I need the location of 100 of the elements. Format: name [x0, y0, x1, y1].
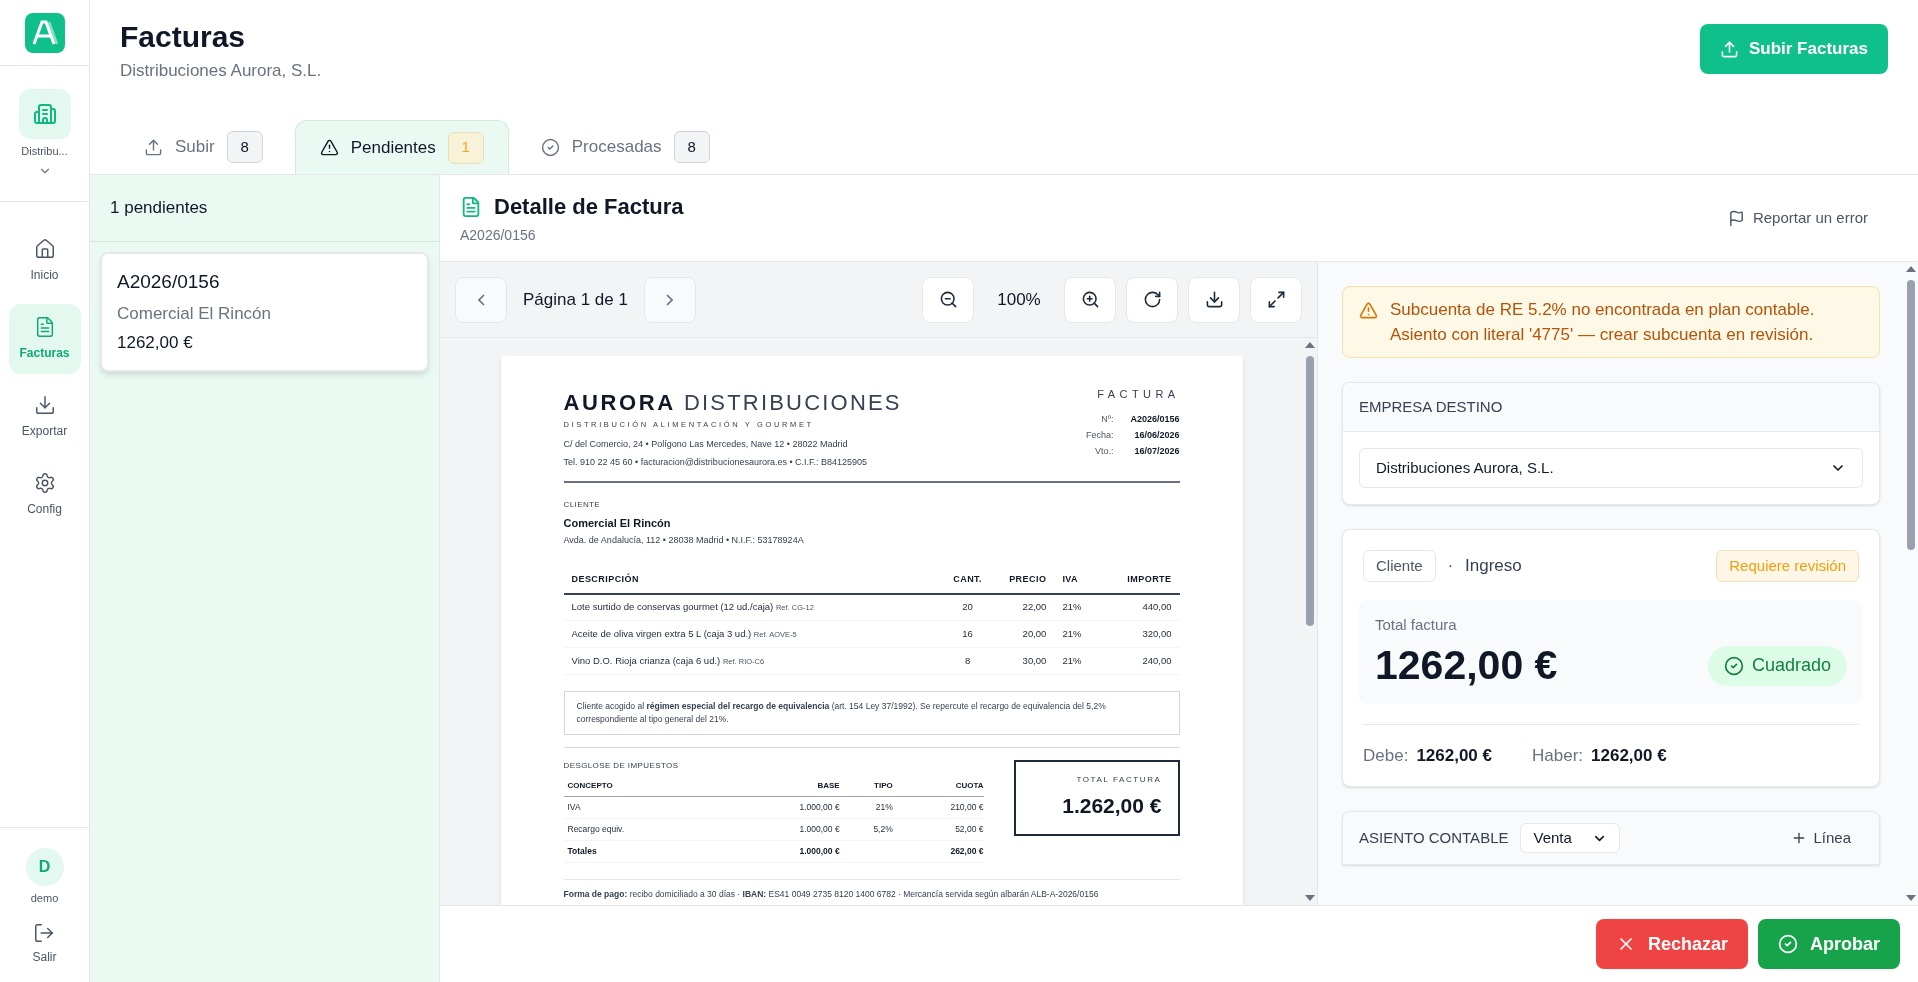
nav-item[interactable]: Config — [8, 460, 81, 530]
rotate-button[interactable] — [1126, 276, 1178, 323]
column-header: IVA — [1046, 567, 1100, 594]
debit-amount: 1262,00 € — [1416, 744, 1492, 767]
document-type: FACTURA — [1097, 387, 1180, 402]
chevron-left-icon — [477, 293, 485, 306]
table-cell: 262,00 € — [892, 840, 984, 863]
section-label: ASIENTO CONTABLE — [1359, 827, 1509, 848]
column-header: CUOTA — [892, 776, 984, 797]
warning-icon — [319, 138, 339, 157]
meta-label: Vto.: — [1095, 444, 1114, 458]
table-cell: 210,00 € — [892, 796, 984, 819]
count-badge: 1 — [447, 131, 484, 164]
client-address: Avda. de Andalucía, 112 • 28038 Madrid • N.I.F.: 53178924A — [563, 533, 805, 547]
settings-icon — [33, 472, 56, 494]
table-cell: IVA — [563, 796, 730, 819]
table-cell: 240,00 — [1099, 647, 1180, 675]
table-cell: 5,2% — [873, 824, 893, 835]
company-select[interactable]: Distribuciones Aurora, S.L. — [1359, 448, 1863, 488]
nav-item[interactable]: Inicio — [8, 226, 81, 296]
column-header: CANT. — [945, 567, 990, 594]
table-cell: 440,00 — [1099, 593, 1180, 621]
chevron-right-icon — [666, 293, 674, 306]
table-cell: 20,00 — [989, 620, 1047, 648]
warning-icon — [1359, 301, 1378, 320]
brand-name: DISTRIBUCIONES — [683, 389, 902, 417]
table-cell: Recargo equiv. — [563, 818, 730, 841]
reject-button[interactable]: Rechazar — [1595, 919, 1748, 969]
document-icon — [460, 195, 482, 218]
zoom-in-button[interactable] — [1064, 276, 1116, 323]
meta-label: Fecha: — [1086, 428, 1114, 442]
table-cell: 30,00 — [989, 647, 1047, 675]
add-line-button[interactable]: Línea — [1791, 826, 1851, 850]
invoice-number: A2026/0156 — [460, 226, 537, 245]
page-indicator: Página 1 de 1 — [522, 288, 629, 311]
home-icon — [33, 238, 56, 260]
table-cell: 21% — [875, 802, 893, 813]
table-cell: 8 — [945, 647, 990, 675]
total-amount: 1262,00 € — [1375, 644, 1558, 686]
invoice-number: A2026/0156 — [117, 270, 221, 294]
invoice-card[interactable]: A2026/0156 Comercial El Rincón 1262,00 € — [100, 252, 429, 372]
tab[interactable]: Subir 8 — [120, 120, 287, 174]
tax-title: DESGLOSE DE IMPUESTOS — [563, 760, 680, 773]
invoice-amount: 1262,00 € — [117, 332, 194, 354]
column-header: PRECIO — [989, 567, 1047, 594]
role-badge: Cliente — [1363, 550, 1436, 582]
alert-message: Subcuenta de RE 5.2% no encontrada en plan contable. Asiento con literal '4775' — crear subcuenta en revisión. — [1390, 299, 1816, 346]
logout-icon — [33, 922, 56, 944]
table-cell: 21% — [1046, 620, 1100, 648]
column-header: TIPO — [839, 776, 893, 797]
zoom-out-button[interactable] — [922, 276, 974, 323]
status-badge: Requiere revisión — [1716, 550, 1859, 582]
download-button[interactable] — [1188, 276, 1240, 323]
table-cell: 22,00 — [989, 593, 1047, 621]
company-name: Distribu... — [21, 144, 68, 160]
expand-icon — [1266, 290, 1286, 309]
entry-type-select[interactable]: Venta — [1520, 823, 1621, 853]
flag-icon — [1727, 209, 1745, 227]
debit-label: Debe: — [1363, 744, 1409, 767]
table-cell: 16 — [945, 620, 990, 648]
payment-terms: Forma de pago: recibo domiciliado a 30 días · IBAN: ES41 0049 2735 8120 1400 6782 · Mercancía servida según albarán ALB-A-2026/0156 — [563, 888, 1100, 901]
tab[interactable]: Pendientes 1 — [294, 120, 509, 174]
column-header: CONCEPTO — [563, 776, 730, 797]
meta-label: Nº: — [1101, 412, 1114, 426]
report-error-link[interactable]: Reportar un error — [1727, 206, 1868, 230]
meta-value: 16/06/2026 — [1133, 428, 1180, 442]
count-badge: 8 — [673, 131, 710, 163]
total-value: 1.262,00 € — [1062, 793, 1162, 820]
client-name: Comercial El Rincón — [563, 516, 672, 532]
zoom-out-icon — [938, 290, 958, 309]
table-cell: 52,00 € — [892, 818, 984, 841]
count-badge: 8 — [226, 131, 263, 163]
separator-dot: · — [1447, 556, 1454, 576]
upload-icon — [1719, 39, 1739, 59]
client-name: Comercial El Rincón — [117, 302, 272, 325]
balanced-badge: Cuadrado — [1707, 645, 1847, 686]
credit-amount: 1262,00 € — [1591, 744, 1667, 767]
nav-item[interactable]: Exportar — [8, 382, 81, 452]
brand-name: AURORA — [563, 389, 676, 417]
upload-icon — [144, 137, 163, 157]
credit-label: Haber: — [1532, 744, 1584, 767]
total-label: TOTAL FACTURA — [1076, 774, 1162, 787]
column-header: DESCRIPCIÓN — [563, 567, 946, 594]
zoom-in-icon — [1080, 290, 1100, 309]
logout-button[interactable]: Salir — [32, 922, 57, 966]
column-header: BASE — [729, 776, 840, 797]
fullscreen-button[interactable] — [1250, 276, 1302, 323]
meta-value: 16/07/2026 — [1133, 444, 1180, 458]
rotate-icon — [1142, 290, 1162, 309]
pending-count: 1 pendientes — [110, 197, 208, 220]
tab[interactable]: Procesadas 8 — [516, 120, 734, 174]
table-cell: 21% — [1046, 647, 1100, 675]
company-avatar[interactable] — [18, 89, 71, 140]
zoom-level: 100% — [996, 288, 1042, 311]
entry-type: Ingreso — [1465, 555, 1522, 578]
company-contact: Tel. 910 22 45 60 • facturacion@distribucionesaurora.es • C.I.F.: B84125905 — [563, 455, 869, 469]
meta-value: A2026/0156 — [1129, 412, 1180, 426]
table-cell: 320,00 — [1099, 620, 1180, 648]
download-icon — [1204, 290, 1224, 309]
table-cell: 1.000,00 € — [729, 818, 840, 841]
